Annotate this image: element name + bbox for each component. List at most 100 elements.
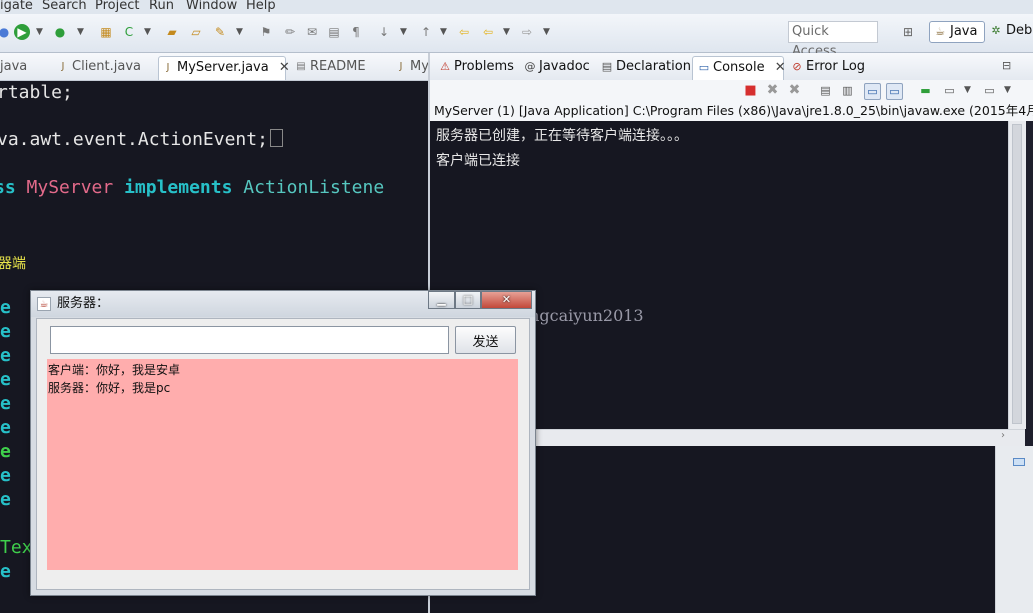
- menu-run[interactable]: Run: [149, 0, 174, 12]
- forward-icon[interactable]: ⇨: [519, 24, 535, 40]
- restore-view-icon[interactable]: [1013, 458, 1025, 466]
- console-line: 服务器已创建，正在等待客户端连接。。。: [436, 128, 688, 144]
- scrollbar-thumb[interactable]: [1012, 124, 1022, 424]
- java-file-icon: J: [61, 61, 65, 72]
- remove-all-icon[interactable]: ✖: [787, 83, 802, 98]
- editor-tab-label: java: [0, 59, 28, 74]
- editor-tab-myserver[interactable]: J MyServer.java ✕: [158, 56, 290, 80]
- run-icon[interactable]: ▶: [14, 24, 30, 40]
- run-external-icon[interactable]: ●: [52, 24, 68, 40]
- lower-right-panel: [995, 446, 1033, 613]
- menu-bar: igate Search Project Run Window Help: [0, 0, 1033, 14]
- prev-dropdown-icon[interactable]: ▼: [440, 24, 447, 40]
- tab-error-log[interactable]: ⊘ Error Log: [786, 56, 870, 80]
- external-dropdown-icon[interactable]: ▼: [77, 24, 84, 40]
- minimize-button[interactable]: ▁: [428, 291, 455, 309]
- window-content: 发送 客户端：你好，我是安卓 服务器：你好，我是pc: [36, 318, 530, 590]
- menu-search[interactable]: Search: [42, 0, 87, 12]
- java-app-icon: ☕: [37, 297, 51, 311]
- perspective-debug[interactable]: ✲ Debi: [986, 21, 1033, 43]
- code-line: e: [0, 417, 11, 438]
- block-icon[interactable]: ▤: [326, 24, 342, 40]
- brush-icon[interactable]: ✎: [212, 24, 228, 40]
- scroll-right-icon[interactable]: ›: [1001, 430, 1005, 441]
- display-console-icon[interactable]: ▭: [942, 83, 957, 98]
- code-line: Tex: [0, 537, 33, 558]
- code-line: e: [0, 441, 11, 462]
- menu-project[interactable]: Project: [95, 0, 139, 12]
- tab-javadoc[interactable]: @ Javadoc: [519, 56, 590, 80]
- declaration-icon: ▤: [601, 60, 613, 73]
- close-tab-icon[interactable]: ✕: [279, 60, 290, 75]
- view-tab-bar: ⚠ Problems @ Javadoc ▤ Declaration ▭ Con…: [430, 53, 1033, 81]
- new-class-icon[interactable]: C: [121, 24, 137, 40]
- show-stderr-icon[interactable]: ▭: [886, 83, 903, 100]
- console-vertical-scrollbar[interactable]: [1008, 121, 1026, 429]
- tab-console[interactable]: ▭ Console ✕: [692, 56, 786, 80]
- show-stdout-icon[interactable]: ▭: [864, 83, 881, 100]
- editor-tab-client[interactable]: J Client.java: [54, 56, 142, 80]
- display-dropdown-icon[interactable]: ▼: [960, 83, 975, 98]
- code-line: e: [0, 369, 11, 390]
- chat-message: 服务器：你好，我是pc: [48, 381, 171, 395]
- editor-tab-bar: java J Client.java J MyServer.java ✕ ▤ R…: [0, 53, 428, 81]
- pen-icon[interactable]: ✏: [282, 24, 298, 40]
- text-file-icon: ▤: [296, 61, 306, 72]
- perspective-java[interactable]: ☕ Java: [929, 21, 985, 43]
- chat-message: 客户端：你好，我是安卓: [48, 363, 181, 377]
- forward-dropdown-icon[interactable]: ▼: [543, 24, 550, 40]
- close-button[interactable]: ✕: [481, 291, 532, 309]
- code-line: ss MyServer implements ActionListene: [0, 177, 385, 198]
- console-toolbar: ■ ✖ ✖ ▤ ▥ ▭ ▭ ▬ ▭ ▼ ▭ ▼: [430, 80, 1033, 101]
- scroll-lock-icon[interactable]: ▥: [840, 83, 855, 98]
- clear-console-icon[interactable]: ▤: [818, 83, 833, 98]
- tab-problems[interactable]: ⚠ Problems: [434, 56, 519, 80]
- run-dropdown-icon[interactable]: ▼: [36, 24, 43, 40]
- java-file-icon: J: [399, 61, 403, 72]
- minimize-view-icon[interactable]: ⊟: [1002, 59, 1011, 72]
- editor-tab-label: MyServer.java: [177, 60, 269, 75]
- annotation-icon[interactable]: ✉: [304, 24, 320, 40]
- open-type-icon[interactable]: ▰: [164, 24, 180, 40]
- open-perspective-icon[interactable]: ⊞: [900, 24, 916, 40]
- menu-help[interactable]: Help: [246, 0, 276, 12]
- open-console-dropdown-icon[interactable]: ▼: [1000, 83, 1015, 98]
- editor-tab-my[interactable]: J My: [392, 56, 428, 80]
- editor-tab-readme[interactable]: ▤ README: [292, 56, 372, 80]
- menu-window[interactable]: Window: [186, 0, 237, 12]
- view-tab-label: Javadoc: [539, 59, 590, 74]
- window-titlebar[interactable]: ☕ 服务器： ▁ □ ✕: [31, 291, 535, 317]
- javadoc-icon: @: [524, 60, 536, 73]
- back-dropdown-icon[interactable]: ▼: [503, 24, 510, 40]
- close-tab-icon[interactable]: ✕: [775, 60, 786, 75]
- menu-navigate[interactable]: igate: [0, 0, 33, 12]
- brush-dropdown-icon[interactable]: ▼: [236, 24, 243, 40]
- open-folder-icon[interactable]: ▱: [188, 24, 204, 40]
- send-button[interactable]: 发送: [455, 326, 516, 354]
- new-dropdown-icon[interactable]: ▼: [144, 24, 151, 40]
- quick-access-input[interactable]: Quick Access: [788, 21, 878, 59]
- terminate-icon[interactable]: ■: [743, 83, 758, 98]
- console-line: 客户端已连接: [436, 153, 520, 169]
- editor-tab-java[interactable]: java: [0, 56, 42, 80]
- tab-declaration[interactable]: ▤ Declaration: [596, 56, 691, 80]
- new-package-icon[interactable]: ▦: [98, 24, 114, 40]
- folded-code-marker[interactable]: [269, 129, 283, 147]
- prev-annotation-icon[interactable]: ↑: [418, 24, 434, 40]
- java-file-icon: J: [166, 62, 170, 73]
- view-tab-label: Error Log: [806, 59, 866, 74]
- toggle-mark-icon[interactable]: ⚑: [258, 24, 274, 40]
- problems-icon: ⚠: [440, 60, 450, 73]
- maximize-button[interactable]: □: [455, 291, 481, 309]
- remove-launch-icon[interactable]: ✖: [765, 83, 780, 98]
- open-console-icon[interactable]: ▭: [982, 83, 997, 98]
- next-dropdown-icon[interactable]: ▼: [400, 24, 407, 40]
- pin-console-icon[interactable]: ▬: [918, 83, 933, 98]
- chat-text-area[interactable]: 客户端：你好，我是安卓 服务器：你好，我是pc: [47, 359, 518, 570]
- paragraph-icon[interactable]: ¶: [348, 24, 364, 40]
- next-annotation-icon[interactable]: ↓: [376, 24, 392, 40]
- message-input[interactable]: [50, 326, 449, 354]
- debug-icon[interactable]: ●: [0, 24, 12, 40]
- back-icon[interactable]: ⇦: [480, 24, 496, 40]
- last-edit-icon[interactable]: ⇦: [456, 24, 472, 40]
